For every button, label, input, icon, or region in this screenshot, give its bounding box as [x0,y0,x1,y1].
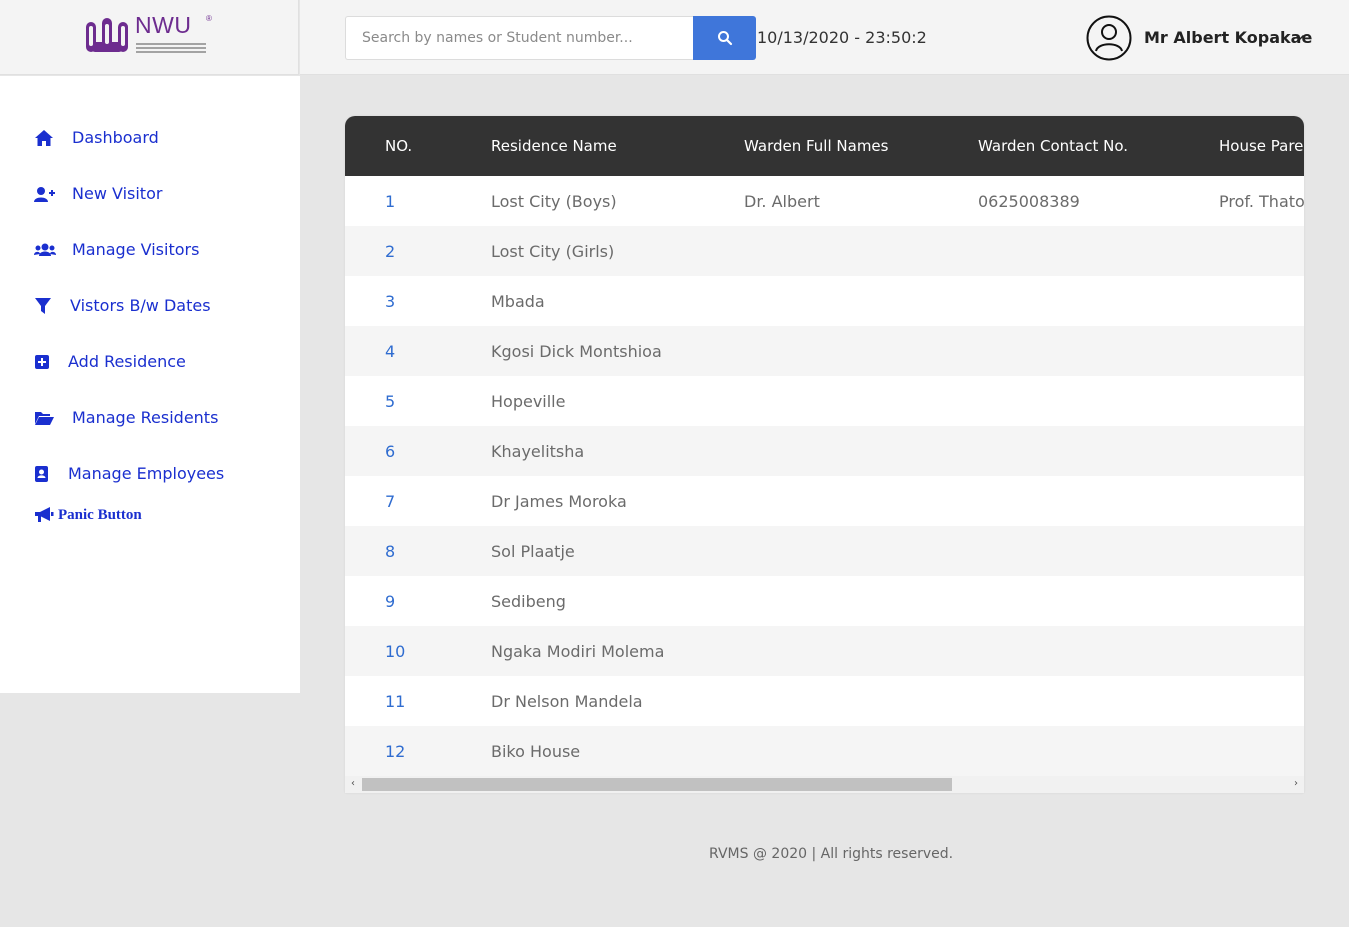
cell-house-parent: Prof. Thato [1219,192,1304,211]
table-row[interactable]: 10 Ngaka Modiri Molema [345,626,1304,676]
table-row[interactable]: 1 Lost City (Boys) Dr. Albert 0625008389 Pro… [345,176,1304,226]
cell-residence-name: Mbada [491,292,545,311]
cell-no: 1 [385,192,396,211]
panic-button[interactable]: Panic Button [34,506,142,524]
cell-residence-name: Hopeville [491,392,566,411]
logo-fineprint [136,43,206,55]
table-row[interactable]: 9 Sedibeng [345,576,1304,626]
table-row[interactable]: 5 Hopeville [345,376,1304,426]
search-button[interactable] [693,16,756,60]
table-row[interactable]: 2 Lost City (Girls) [345,226,1304,276]
search-input[interactable] [345,16,693,60]
cell-residence-name: Dr James Moroka [491,492,627,511]
search-icon [718,31,733,46]
datetime-display: 10/13/2020 - 23:50:2 [757,28,927,47]
sidebar-item-label: Add Residence [68,352,186,371]
sidebar-item-label: Manage Employees [68,464,225,483]
column-header-warden-names: Warden Full Names [744,137,889,155]
sidebar-item-visitors-between-dates[interactable]: Vistors B/w Dates [34,296,211,315]
cell-residence-name: Kgosi Dick Montshioa [491,342,662,361]
cell-no: 6 [385,442,396,461]
cell-warden-name: Dr. Albert [744,192,820,211]
table-row[interactable]: 8 Sol Plaatje [345,526,1304,576]
column-header-no: NO. [385,137,413,155]
scroll-left-icon[interactable]: ‹ [348,779,358,789]
chevron-down-icon[interactable] [1295,32,1305,42]
sidebar-item-label: Vistors B/w Dates [70,296,211,315]
sidebar-item-dashboard[interactable]: Dashboard [34,128,159,147]
cell-residence-name: Ngaka Modiri Molema [491,642,665,661]
user-plus-icon [34,185,56,203]
footer-text: RVMS @ 2020 | All rights reserved. [709,846,954,862]
cell-no: 5 [385,392,396,411]
sidebar: Dashboard New Visitor Manage Visitors Vi… [0,76,300,693]
table-row[interactable]: 12 Biko House [345,726,1304,776]
cell-no: 12 [385,742,406,761]
users-icon [34,241,56,259]
sidebar-item-label: New Visitor [72,184,163,203]
user-menu-name[interactable]: Mr Albert Kopakae [1144,28,1312,47]
scrollbar-thumb[interactable] [362,778,952,791]
cell-warden-contact: 0625008389 [978,192,1080,211]
brand-reg-mark: ® [206,14,212,23]
column-header-house-parent: House Pare [1219,137,1304,155]
top-bar: 10/13/2020 - 23:50:2 Mr Albert Kopakae [300,0,1349,75]
cell-residence-name: Lost City (Girls) [491,242,615,261]
cell-no: 7 [385,492,396,511]
sidebar-item-label: Manage Residents [72,408,219,427]
cell-residence-name: Dr Nelson Mandela [491,692,643,711]
brand-name: NWU [135,12,192,38]
cell-residence-name: Khayelitsha [491,442,585,461]
sidebar-item-label: Dashboard [72,128,159,147]
plus-square-icon [34,353,56,371]
cell-no: 3 [385,292,396,311]
panic-button-label: Panic Button [58,506,142,523]
table-header: NO. Residence Name Warden Full Names War… [345,116,1304,176]
scroll-right-icon[interactable]: › [1291,779,1301,789]
cell-no: 11 [385,692,406,711]
residence-table: NO. Residence Name Warden Full Names War… [345,116,1304,793]
filter-icon [34,297,56,315]
sidebar-item-label: Manage Visitors [72,240,200,259]
cell-residence-name: Biko House [491,742,581,761]
cell-residence-name: Sol Plaatje [491,542,575,561]
cell-no: 10 [385,642,406,661]
logo-area: NWU ® [0,0,299,75]
nwu-logo-icon [86,18,128,52]
cell-no: 4 [385,342,396,361]
cell-no: 8 [385,542,396,561]
cell-residence-name: Sedibeng [491,592,566,611]
user-avatar-icon[interactable] [1086,15,1132,61]
table-row[interactable]: 4 Kgosi Dick Montshioa [345,326,1304,376]
column-header-residence-name: Residence Name [491,137,617,155]
table-row[interactable]: 7 Dr James Moroka [345,476,1304,526]
sidebar-item-manage-employees[interactable]: Manage Employees [34,464,224,483]
sidebar-item-manage-visitors[interactable]: Manage Visitors [34,240,199,259]
sidebar-item-manage-residents[interactable]: Manage Residents [34,408,218,427]
sidebar-item-new-visitor[interactable]: New Visitor [34,184,162,203]
table-row[interactable]: 3 Mbada [345,276,1304,326]
cell-no: 9 [385,592,396,611]
table-row[interactable]: 11 Dr Nelson Mandela [345,676,1304,726]
address-book-icon [34,465,56,483]
cell-residence-name: Lost City (Boys) [491,192,617,211]
horizontal-scrollbar[interactable]: ‹ › [345,776,1304,793]
sidebar-item-add-residence[interactable]: Add Residence [34,352,186,371]
table-row[interactable]: 6 Khayelitsha [345,426,1304,476]
home-icon [34,129,56,147]
column-header-warden-contact: Warden Contact No. [978,137,1129,155]
folder-open-icon [34,409,56,427]
megaphone-icon [35,507,54,522]
cell-no: 2 [385,242,396,261]
